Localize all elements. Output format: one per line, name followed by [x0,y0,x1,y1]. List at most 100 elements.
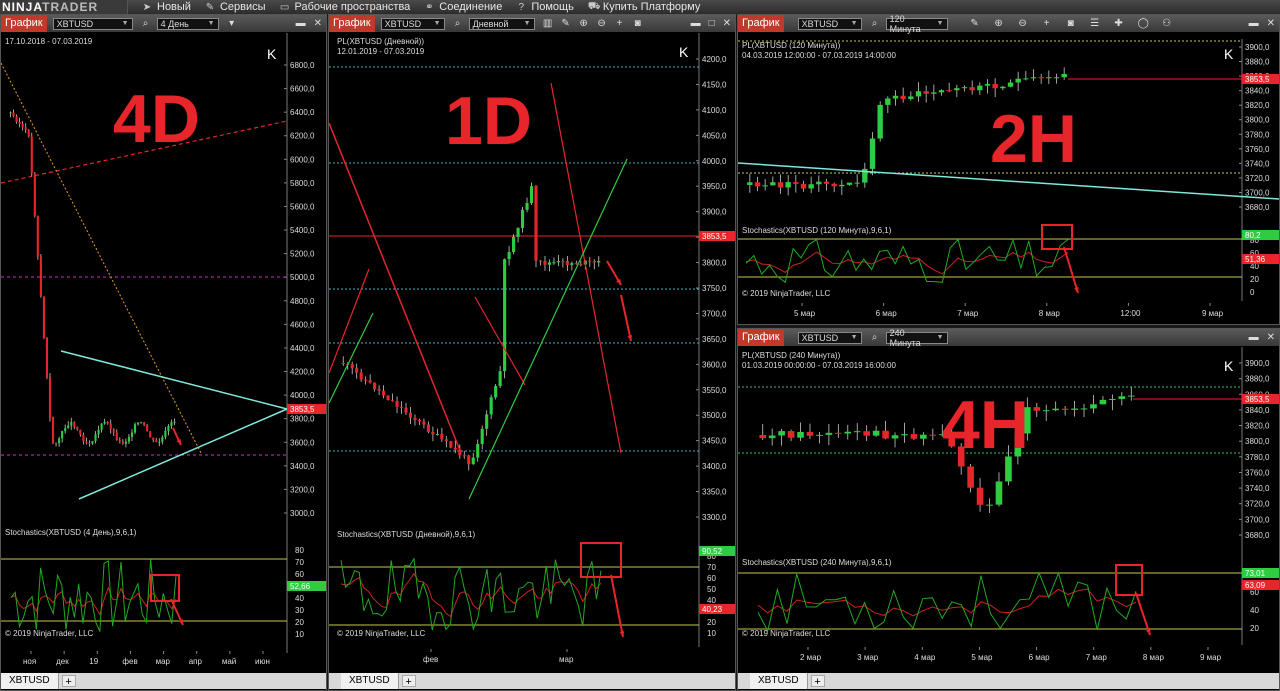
stochastics-value-tag: 80,2 [1245,231,1261,240]
stochastics-axis-label: 20 [295,618,304,627]
price-panel[interactable]: 3900,03880,03860,03840,03820,03800,03780… [738,39,1279,223]
stochastics-axis-label: 60 [295,570,304,579]
list-icon[interactable]: ☰ [1090,18,1100,29]
candle-body [816,181,822,185]
refresh-icon[interactable]: ◯ [1138,18,1149,29]
last-price-tag: 3853,5 [1245,395,1270,404]
maximize-icon[interactable]: □ [709,18,715,29]
pencil-icon[interactable]: ✎ [561,18,571,29]
candle-body [1090,404,1097,409]
candle-body [167,426,170,431]
add-tab-button[interactable]: + [810,675,825,688]
zoom-out-icon[interactable]: ⊖ [1018,18,1028,29]
chevron-down-icon: ▼ [936,333,944,341]
price-axis-label: 3700,0 [1245,188,1270,197]
window-title[interactable]: График [1,15,47,32]
price-axis-label: 3740,0 [1245,159,1270,168]
candle-body [408,412,413,418]
candle-body [1109,398,1116,400]
search-icon[interactable]: ⌕ [453,18,463,29]
bar-icon[interactable]: ▥ [543,18,553,29]
candle-body [984,84,991,86]
candle-body [152,437,155,440]
window-buttons: ▬ □ ✕ [691,18,735,29]
menu-buy[interactable]: ⛟ Купить Платформу [588,1,701,14]
timeframe-select[interactable]: 240 Минута ▼ [885,328,948,348]
tab-xbtusd[interactable]: XBTUSD [341,673,399,689]
candle-body [869,138,876,169]
close-icon[interactable]: ✕ [1267,18,1275,29]
instrument-select[interactable]: XBTUSD ▼ [797,17,862,30]
candle-body [97,429,100,435]
close-icon[interactable]: ✕ [1267,332,1275,343]
close-icon[interactable]: ✕ [723,18,731,29]
minimize-icon[interactable]: ▬ [691,18,701,29]
stochastics-panel[interactable]: 807060504030201090,5240,23 Stochastics(X… [329,527,735,647]
menu-help[interactable]: ? Помощь [516,1,574,13]
stochastics-axis-label: 20 [1250,624,1259,633]
timeframe-select[interactable]: 4 День ▼ [156,17,219,30]
candle-body [413,417,417,420]
pencil-icon[interactable]: ✎ [970,18,980,29]
menu-connection[interactable]: ⚭ Соединение [424,1,502,13]
zoom-in-icon[interactable]: ⊕ [579,18,589,29]
tab-xbtusd[interactable]: XBTUSD [750,673,808,689]
candle-body [1038,77,1044,79]
zoom-out-icon[interactable]: ⊖ [597,18,607,29]
properties-icon[interactable]: ✚ [1114,18,1124,29]
window-title[interactable]: График [738,15,784,32]
timeframe-select[interactable]: Дневной ▼ [468,17,535,30]
date-axis-label: 3 мар [857,653,879,662]
stochastics-panel[interactable]: 807060504030201052,66 Stochastics(XBTUSD… [1,525,326,653]
crosshair-icon[interactable]: + [615,18,625,29]
candle-body [91,441,94,444]
instrument-value: XBTUSD [56,18,94,29]
price-panel[interactable]: 6800,0 6600,0 6400,0 6200,0 6000,0 5800,0 5600… [1,33,326,545]
candle-body [82,434,85,442]
candle-body [431,431,435,435]
menu-services[interactable]: ✎ Сервисы [205,1,266,13]
close-icon[interactable]: ✕ [314,18,322,29]
instrument-select[interactable]: XBTUSD ▼ [380,17,445,30]
menu-new[interactable]: ➤ Новый [142,1,191,13]
candle-body [525,203,529,210]
camera-icon[interactable]: ◙ [1066,18,1076,29]
price-axis-label: 4200,0 [290,368,315,377]
candle-body [901,434,908,436]
menu-workspaces[interactable]: ▭ Рабочие пространства [280,1,410,13]
date-axis-label: 19 [89,657,98,666]
stochastics-panel[interactable]: 80 60 40 20 0 80,2 51,36 Stochastics(XBTUSD (1… [738,223,1279,301]
timeframe-select[interactable]: 120 Минута ▼ [885,14,948,34]
price-axis-label: 6600,0 [290,85,315,94]
window-title[interactable]: График [329,15,375,32]
dropdown-arrow-icon[interactable]: ▾ [227,18,237,29]
candle-body [793,182,799,184]
add-tab-button[interactable]: + [401,675,416,688]
zoom-in-icon[interactable]: ⊕ [994,18,1004,29]
instrument-select[interactable]: XBTUSD ▼ [52,17,133,30]
price-panel[interactable]: 4200,0 4150,0 4100,0 4050,0 4000,0 3950,0 3900… [329,33,735,527]
candle-body [747,182,753,185]
candle-body [552,262,556,264]
candle-body [476,444,480,458]
candle-body [556,261,560,263]
instrument-select[interactable]: XBTUSD ▼ [797,331,862,344]
tab-xbtusd[interactable]: XBTUSD [1,673,59,689]
candle-body [529,186,534,204]
search-icon[interactable]: ⌕ [870,18,880,29]
minimize-icon[interactable]: ▬ [296,18,306,29]
minimize-icon[interactable]: ▬ [1249,18,1259,29]
search-icon[interactable]: ⌕ [141,18,151,29]
stochastics-panel[interactable]: 8060402073,0163,09 Stochastics(XBTUSD (2… [738,555,1279,645]
price-axis-label: 6800,0 [290,61,315,70]
link-icon[interactable]: ⚇ [1162,18,1172,29]
candle-body [341,363,345,364]
window-title[interactable]: График [738,329,784,346]
search-icon[interactable]: ⌕ [870,332,880,343]
add-tab-button[interactable]: + [61,675,76,688]
minimize-icon[interactable]: ▬ [1249,332,1259,343]
candle-body [831,183,837,187]
camera-icon[interactable]: ◙ [633,18,643,29]
price-panel[interactable]: 3900,03880,03860,03840,03820,03800,03780… [738,347,1279,555]
crosshair-icon[interactable]: + [1042,18,1052,29]
